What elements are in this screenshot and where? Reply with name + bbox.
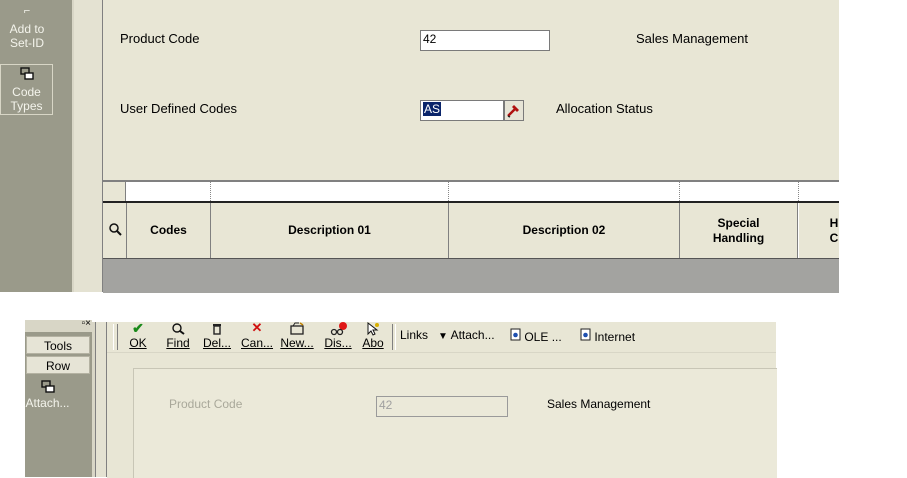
bottom-form-groupbox (133, 368, 777, 478)
bottom-window-edge (96, 322, 107, 477)
bottom-sidebar-close-icon[interactable]: ▫× (82, 318, 91, 330)
qbe-divider-3 (679, 182, 680, 201)
column-header-description-01[interactable]: Description 01 (211, 203, 449, 258)
udc-input-selected-text: AS (423, 102, 442, 116)
add-to-setid-label: Add to Set-ID (9, 22, 45, 50)
display-binoculars-icon (322, 322, 354, 336)
display-label: Dis... (324, 336, 352, 350)
add-to-setid-icon: ⌐ (23, 5, 31, 17)
udc-label: User Defined Codes (120, 101, 238, 116)
delete-button[interactable]: Del... (202, 322, 232, 350)
bottom-product-code-description: Sales Management (547, 397, 651, 411)
product-code-description: Sales Management (636, 31, 749, 46)
udc-input[interactable]: AS (420, 100, 504, 121)
code-types-button[interactable]: Code Types (0, 64, 53, 115)
attach-icon (25, 380, 70, 396)
new-label: New... (280, 336, 314, 350)
find-icon (163, 322, 193, 336)
column-header-special-handling[interactable]: Special Handling (680, 203, 798, 258)
column-header-hard-coded-label: H C (829, 215, 839, 245)
qbe-cell-divider (103, 182, 126, 201)
magnifier-icon (108, 222, 122, 240)
row-menu-button[interactable]: Row (26, 356, 90, 374)
bottom-product-code-input: 42 (376, 396, 508, 417)
product-code-input[interactable]: 42 (420, 30, 550, 51)
find-button[interactable]: Find (163, 322, 193, 350)
code-types-icon (1, 67, 52, 85)
add-to-setid-button[interactable]: ⌐ Add to Set-ID (0, 4, 54, 56)
qbe-divider-1 (210, 182, 211, 201)
ole-label: OLE ... (524, 330, 562, 344)
ole-button[interactable]: OLE ... (510, 328, 562, 344)
toolbar-separator (392, 324, 396, 350)
dropdown-arrow-icon: ▼ (438, 331, 448, 342)
column-header-codes[interactable]: Codes (127, 203, 211, 258)
qbe-divider-4 (798, 182, 799, 201)
ok-label: OK (129, 336, 147, 350)
attach-toolbar-label: Attach... (450, 328, 495, 342)
cancel-button[interactable]: ✕ Can... (241, 320, 274, 350)
internet-label: Internet (594, 330, 636, 344)
internet-page-icon (580, 328, 594, 344)
udc-search-button[interactable] (504, 100, 524, 121)
column-header-hard-coded[interactable]: H C (799, 203, 839, 258)
delete-label: Del... (202, 336, 231, 350)
attach-label: Attach... (25, 396, 70, 410)
code-types-label: Code Types (10, 85, 43, 113)
toolbar-grip (113, 324, 118, 350)
grid-body (103, 258, 839, 293)
checkmark-icon: ✔ (132, 320, 144, 336)
ok-button[interactable]: ✔ OK (126, 320, 150, 350)
attach-button[interactable]: Attach... (25, 380, 70, 410)
top-window-edge (74, 0, 103, 292)
cancel-label: Can... (241, 336, 274, 350)
ole-page-icon (510, 328, 524, 344)
internet-button[interactable]: Internet (580, 328, 635, 344)
top-form-panel (103, 0, 839, 180)
udc-description: Allocation Status (556, 101, 653, 116)
column-header-description-02[interactable]: Description 02 (449, 203, 680, 258)
new-button[interactable]: New... (280, 322, 314, 350)
grid-header-selector[interactable] (103, 203, 127, 258)
trash-icon (202, 322, 232, 336)
tools-menu-button[interactable]: Tools (26, 336, 90, 354)
product-code-label: Product Code (120, 31, 200, 46)
about-button[interactable]: Abo (360, 321, 386, 350)
about-label: Abo (362, 336, 384, 350)
cancel-x-icon: ✕ (251, 320, 263, 335)
display-button[interactable]: Dis... (322, 322, 354, 350)
bottom-sidebar-caption: ▫× (25, 318, 92, 332)
visual-assist-icon (505, 105, 523, 123)
new-folder-icon (280, 322, 314, 336)
attach-toolbar-button[interactable]: ▼ Attach... (438, 328, 495, 342)
about-cursor-icon (360, 321, 386, 336)
grid-qbe-row[interactable] (103, 182, 839, 203)
find-label: Find (166, 336, 190, 350)
qbe-divider-2 (448, 182, 449, 201)
bottom-product-code-label: Product Code (169, 397, 243, 411)
links-label: Links (400, 328, 429, 342)
